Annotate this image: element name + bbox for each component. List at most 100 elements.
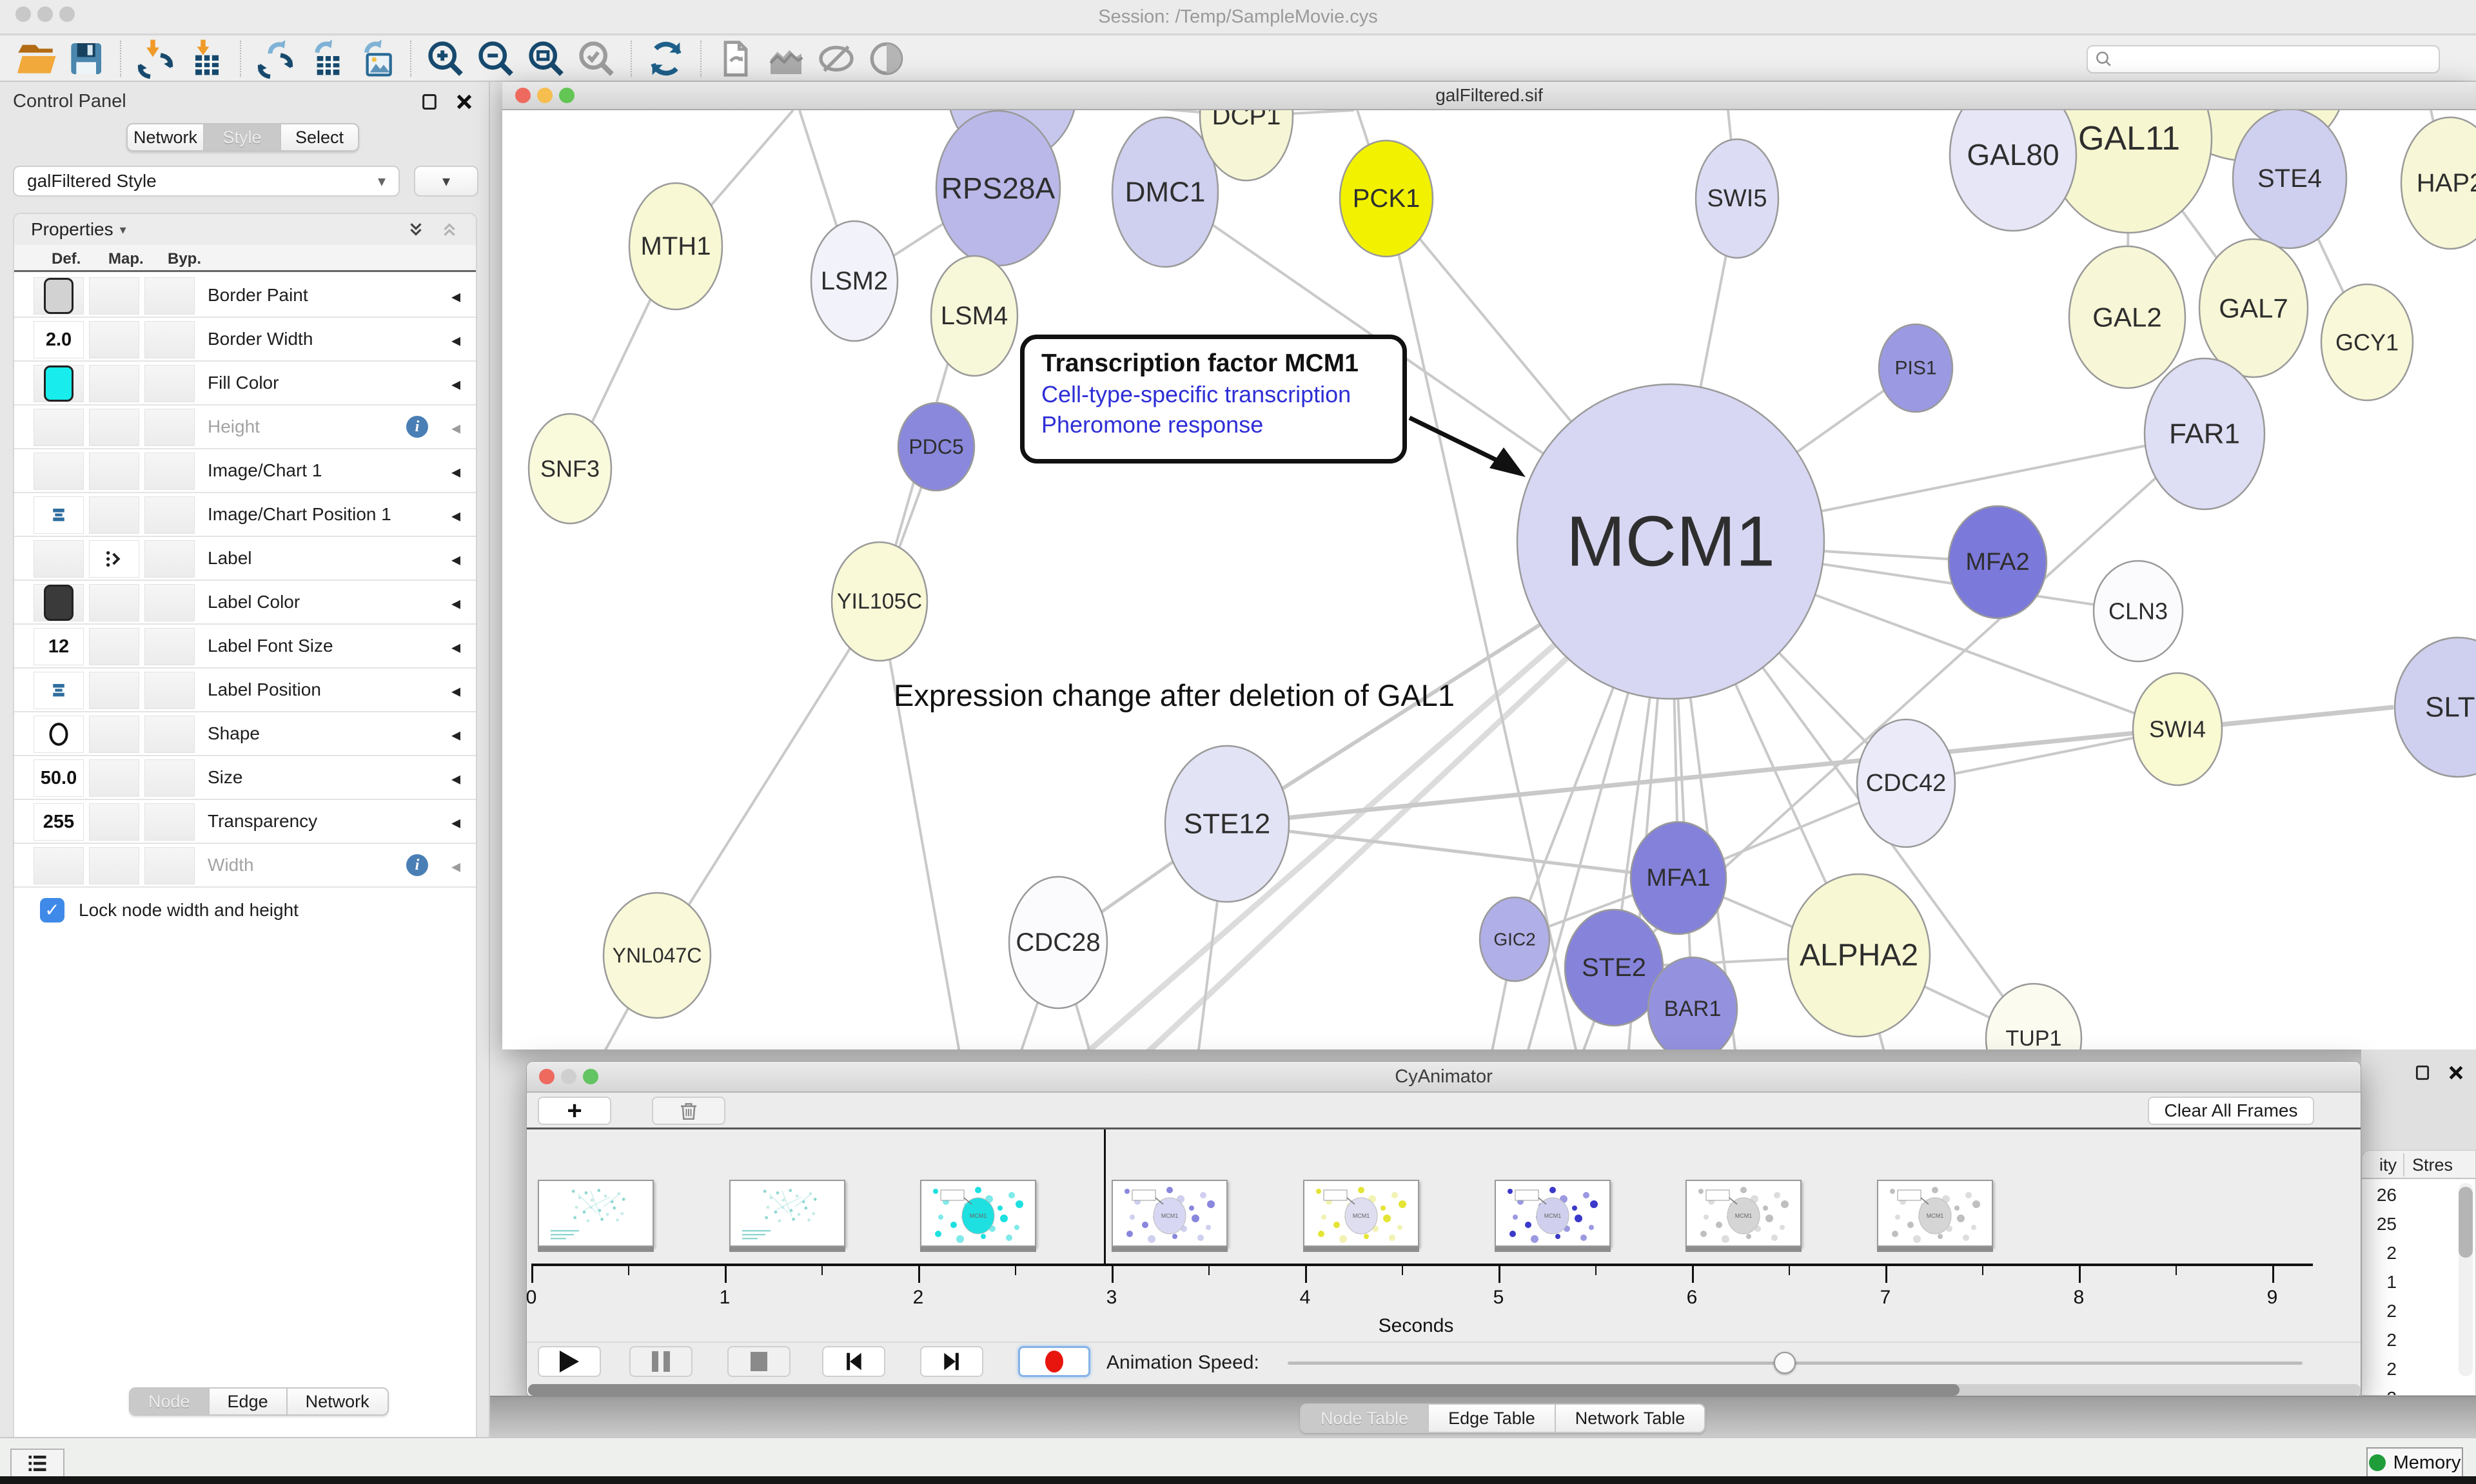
window-minimize-light[interactable] — [561, 1069, 576, 1084]
network-node-MFA2[interactable]: MFA2 — [1949, 506, 2047, 618]
hide-details-icon[interactable] — [816, 38, 857, 79]
zoom-fit-icon[interactable] — [526, 38, 567, 79]
tab-style[interactable]: Style — [204, 124, 281, 150]
pause-button[interactable] — [629, 1346, 693, 1377]
network-node-MFA1[interactable]: MFA1 — [1631, 822, 1726, 934]
float-panel-icon[interactable] — [420, 92, 438, 112]
info-icon[interactable]: i — [406, 854, 428, 876]
network-node-ALPHA2[interactable]: ALPHA2 — [1788, 874, 1930, 1037]
tab-node[interactable]: Node — [130, 1389, 210, 1414]
default-value-cell[interactable] — [34, 277, 84, 315]
default-value-cell[interactable]: 12 — [34, 628, 84, 665]
mapping-cell[interactable] — [89, 321, 139, 358]
close-panel-icon[interactable] — [2448, 1064, 2464, 1081]
expand-row-arrow-icon[interactable]: ◂ — [451, 768, 460, 789]
export-network-icon[interactable] — [255, 38, 296, 79]
window-zoom-light[interactable] — [559, 88, 575, 103]
network-node-CDC42[interactable]: CDC42 — [1857, 719, 1955, 847]
tab-edge-table[interactable]: Edge Table — [1429, 1405, 1556, 1432]
bypass-cell[interactable] — [144, 803, 195, 841]
property-row-label-position[interactable]: Label Position◂ — [14, 669, 476, 712]
clone-network-icon[interactable] — [715, 38, 756, 79]
property-row-border-width[interactable]: 2.0Border Width◂ — [14, 318, 476, 362]
default-value-cell[interactable]: 255 — [34, 803, 84, 841]
record-button[interactable] — [1018, 1346, 1090, 1377]
network-node-PIS1[interactable]: PIS1 — [1879, 324, 1952, 412]
mcm1-annotation-box[interactable]: Transcription factor MCM1 Cell-type-spec… — [1020, 335, 1407, 464]
style-options-button[interactable]: ▾ — [414, 166, 478, 197]
default-value-cell[interactable] — [34, 716, 84, 753]
default-value-cell[interactable] — [34, 672, 84, 709]
column-header[interactable]: ity — [2379, 1155, 2397, 1175]
mapping-cell[interactable] — [89, 540, 139, 578]
expand-row-arrow-icon[interactable]: ◂ — [451, 373, 460, 395]
expand-row-arrow-icon[interactable]: ◂ — [451, 812, 460, 833]
search-box[interactable] — [2087, 45, 2440, 73]
network-node-STE12[interactable]: STE12 — [1165, 746, 1289, 902]
window-zoom-light[interactable] — [59, 6, 75, 22]
table-cell[interactable]: 2 — [2362, 1354, 2403, 1383]
collapse-all-icon[interactable] — [440, 220, 459, 239]
mapping-cell[interactable] — [89, 409, 139, 446]
property-row-size[interactable]: 50.0Size◂ — [14, 756, 476, 800]
property-row-border-paint[interactable]: Border Paint◂ — [14, 274, 476, 318]
expand-row-arrow-icon[interactable]: ◂ — [451, 417, 460, 438]
network-node-PCK1[interactable]: PCK1 — [1340, 141, 1433, 257]
network-node-LSM4[interactable]: LSM4 — [931, 256, 1017, 376]
window-zoom-light[interactable] — [583, 1069, 598, 1084]
timeline-playhead[interactable] — [1104, 1129, 1106, 1264]
previous-frame-button[interactable] — [822, 1346, 885, 1377]
frame-thumbnail-3s[interactable]: MCM1 — [1112, 1180, 1228, 1247]
mapping-cell[interactable] — [89, 453, 139, 490]
show-details-icon[interactable] — [866, 38, 907, 79]
import-network-icon[interactable] — [135, 38, 176, 79]
bypass-cell[interactable] — [144, 453, 195, 490]
cyanimator-timeline[interactable]: Seconds 0123456789MCM1MCM1MCM1MCM1MCM1MC… — [527, 1129, 2361, 1342]
next-frame-button[interactable] — [920, 1346, 983, 1377]
close-panel-icon[interactable] — [455, 93, 473, 111]
zoom-selected-icon[interactable] — [576, 38, 617, 79]
zoom-in-icon[interactable] — [425, 38, 466, 79]
network-node-RPS28A[interactable]: RPS28A — [936, 111, 1060, 266]
default-value-cell[interactable] — [34, 453, 84, 490]
window-close-light[interactable] — [515, 88, 531, 103]
mapping-cell[interactable] — [89, 716, 139, 753]
network-node-DMC1[interactable]: DMC1 — [1112, 117, 1218, 267]
bypass-cell[interactable] — [144, 716, 195, 753]
expand-row-arrow-icon[interactable]: ◂ — [451, 855, 460, 877]
tab-select[interactable]: Select — [281, 124, 358, 150]
property-row-height[interactable]: Heighti◂ — [14, 405, 476, 449]
tab-network-table[interactable]: Network Table — [1556, 1405, 1705, 1432]
mapping-cell[interactable] — [89, 496, 139, 534]
bypass-cell[interactable] — [144, 540, 195, 578]
import-table-icon[interactable] — [185, 38, 226, 79]
frame-thumbnail-5s[interactable]: MCM1 — [1495, 1180, 1611, 1247]
property-row-width[interactable]: Widthi◂ — [14, 844, 476, 888]
table-cell[interactable]: 2 — [2362, 1325, 2403, 1354]
network-node-GAL80[interactable]: GAL80 — [1950, 110, 2076, 231]
network-canvas[interactable]: GAL11GAL80STE4HAP2RPS28ADMC1DCP1PCK1SWI5… — [502, 110, 2476, 1050]
memory-button[interactable]: Memory — [2366, 1447, 2463, 1478]
tab-network[interactable]: Network — [288, 1389, 388, 1414]
property-row-shape[interactable]: Shape◂ — [14, 712, 476, 756]
cyanimator-titlebar[interactable]: CyAnimator — [527, 1062, 2361, 1093]
default-value-cell[interactable] — [34, 584, 84, 621]
bypass-cell[interactable] — [144, 759, 195, 797]
property-row-image-chart-position-1[interactable]: Image/Chart Position 1◂ — [14, 493, 476, 537]
network-node-LSM2[interactable]: LSM2 — [811, 221, 898, 341]
column-header[interactable]: Stres — [2412, 1155, 2453, 1175]
network-node-BAR1[interactable]: BAR1 — [1648, 957, 1737, 1050]
default-value-cell[interactable]: 50.0 — [34, 759, 84, 797]
mapping-cell[interactable] — [89, 365, 139, 402]
mapping-cell[interactable] — [89, 584, 139, 621]
bypass-cell[interactable] — [144, 277, 195, 315]
network-node-GIC2[interactable]: GIC2 — [1480, 897, 1549, 981]
network-node-YNL047C[interactable]: YNL047C — [604, 893, 711, 1018]
expand-row-arrow-icon[interactable]: ◂ — [451, 329, 460, 351]
frame-thumbnail-1s[interactable] — [729, 1180, 845, 1247]
style-selector[interactable]: galFiltered Style ▾ — [13, 166, 400, 197]
frame-thumbnail-6s[interactable]: MCM1 — [1685, 1180, 1802, 1247]
bypass-cell[interactable] — [144, 847, 195, 884]
table-scrollbar-thumb[interactable] — [2459, 1187, 2473, 1258]
lock-size-checkbox[interactable]: ✓ — [40, 898, 64, 923]
